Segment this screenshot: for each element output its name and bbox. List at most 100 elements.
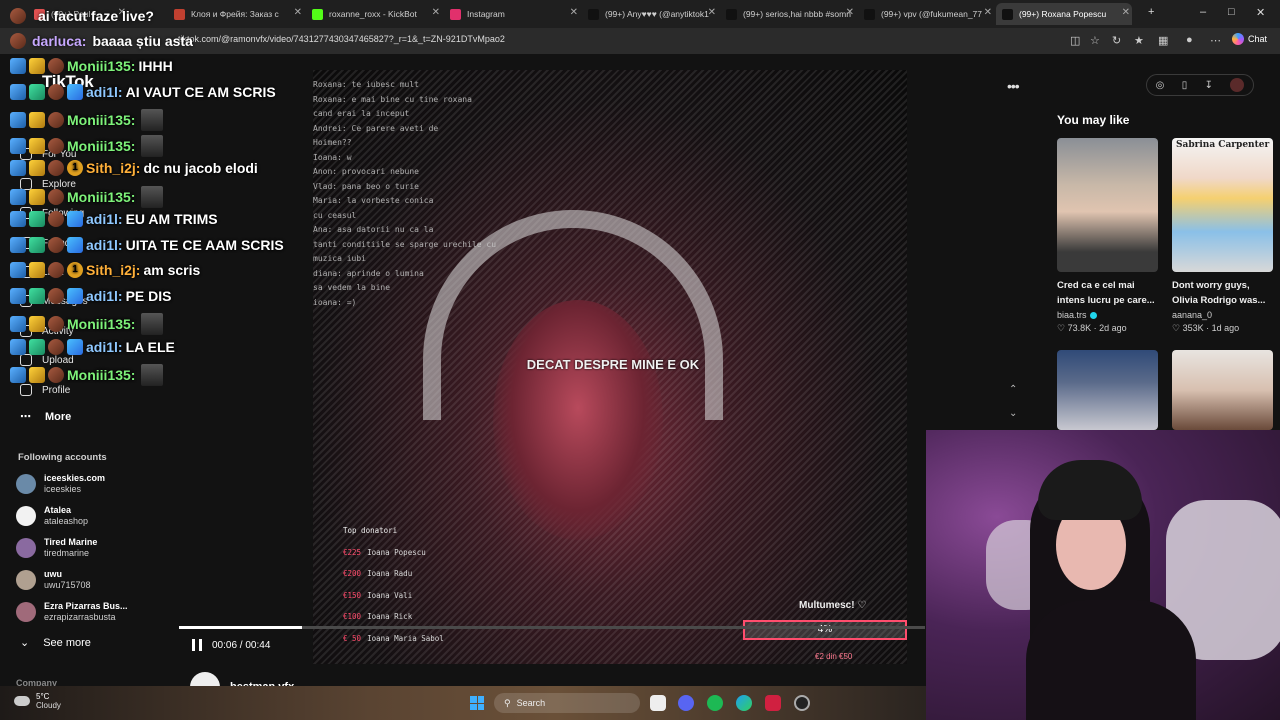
profile-avatar-icon[interactable]: ● bbox=[1186, 34, 1193, 46]
favorite-star-icon[interactable]: ☆ bbox=[1090, 34, 1100, 47]
tab-title: (99+) serios,hai nbbb #somn bbox=[743, 9, 851, 19]
compass-icon[interactable]: ◎ bbox=[1156, 80, 1165, 91]
next-video-icon[interactable]: ⌄ bbox=[1009, 408, 1017, 419]
chat-username: adi1l: bbox=[86, 287, 123, 304]
address-bar[interactable]: tiktok.com/@ramonvfx/video/7431277430347… bbox=[178, 34, 505, 44]
close-window-icon[interactable]: ✕ bbox=[1256, 6, 1265, 19]
collections-icon[interactable]: ▦ bbox=[1158, 34, 1168, 47]
overlay-chat-line: Moniii135: IHHH bbox=[10, 58, 173, 74]
download-icon[interactable]: ↧ bbox=[1205, 80, 1213, 91]
puzzle-icon[interactable]: ★ bbox=[1134, 34, 1144, 47]
video-chat-line: diana: aprinde o lumina bbox=[313, 268, 424, 278]
overlay-top-message: ai facut faze live? bbox=[10, 8, 154, 24]
weather-condition: Cloudy bbox=[36, 701, 61, 710]
browser-tab[interactable]: roxanne_roxx - KickBot ✕ bbox=[306, 3, 442, 25]
crown-badge-icon bbox=[29, 160, 45, 176]
taskbar-search-label: Search bbox=[516, 698, 546, 708]
webcam-beanie bbox=[1038, 460, 1142, 520]
video-chat-line: Andrei: Ce parere aveti de bbox=[313, 123, 439, 133]
close-tab-icon[interactable]: ✕ bbox=[1122, 7, 1130, 18]
video-progress-bar[interactable] bbox=[179, 626, 925, 629]
taskbar-search[interactable]: ⚲ Search bbox=[494, 693, 640, 713]
browser-tab[interactable]: (99+) serios,hai nbbb #somn ✕ bbox=[720, 3, 856, 25]
user-emote-badge bbox=[48, 236, 64, 253]
video-stream-chat: Roxana: te iubesc mult Roxana: e mai bine… bbox=[313, 78, 543, 310]
donor-name: Ioana Radu bbox=[367, 569, 413, 578]
previous-video-icon[interactable]: ⌃ bbox=[1009, 384, 1017, 395]
overlay-chat-line: Moniii135: bbox=[10, 109, 164, 131]
sword-badge-icon bbox=[10, 338, 26, 355]
profile-mini-avatar[interactable] bbox=[1230, 78, 1245, 92]
tab-title: Клоя и Фрейя: Заказ с bbox=[191, 9, 279, 19]
chat-username: Moniii135: bbox=[67, 137, 136, 154]
following-account[interactable]: Tired Marine tiredmarine bbox=[16, 537, 97, 559]
sword-badge-icon bbox=[10, 211, 26, 227]
following-account[interactable]: Atalea ataleashop bbox=[16, 505, 88, 527]
sidebar-more-label: More bbox=[45, 410, 72, 423]
edge-icon[interactable] bbox=[736, 695, 752, 711]
refresh-icon[interactable]: ↻ bbox=[1112, 34, 1121, 47]
overlay-chat-line: 1 Sith_i2j: am scris bbox=[10, 262, 200, 278]
donor-row: €150 Ioana Vali bbox=[343, 585, 444, 607]
see-more-button[interactable]: ⌄ See more bbox=[20, 636, 91, 650]
donor-row: €200 Ioana Radu bbox=[343, 563, 444, 585]
donation-goal-bar: 4% bbox=[743, 620, 907, 640]
browser-tab[interactable]: (99+) Roxana Popescu ✕ bbox=[996, 3, 1132, 25]
donor-amount: €150 bbox=[343, 590, 362, 600]
video-player[interactable]: Roxana: te iubesc mult Roxana: e mai bine… bbox=[313, 70, 907, 664]
user-emote-badge bbox=[48, 367, 64, 383]
spotify-icon[interactable] bbox=[707, 695, 723, 711]
user-emote-badge bbox=[48, 188, 64, 205]
chat-username: Sith_i2j: bbox=[86, 262, 141, 278]
following-account[interactable]: iceeskies.com iceeskies bbox=[16, 473, 105, 495]
more-menu-icon[interactable]: ⋯ bbox=[1210, 34, 1221, 47]
close-tab-icon[interactable]: ✕ bbox=[846, 7, 854, 18]
chat-username: adi1l: bbox=[86, 236, 123, 253]
video-options-icon[interactable]: ••• bbox=[1007, 78, 1020, 94]
maximize-icon[interactable]: □ bbox=[1228, 6, 1235, 18]
suggested-video-card[interactable]: Sabrina Carpenter Dont worry guys, Olivi… bbox=[1172, 138, 1273, 334]
suggested-video-card[interactable] bbox=[1057, 350, 1158, 430]
sidebar-more-button[interactable]: ⋯ More bbox=[20, 410, 72, 424]
minimize-icon[interactable]: – bbox=[1200, 6, 1206, 18]
video-chat-line: Ioana: w bbox=[313, 152, 352, 162]
close-tab-icon[interactable]: ✕ bbox=[984, 7, 992, 18]
thanks-label: Multumesc! ♡ bbox=[799, 600, 867, 611]
close-tab-icon[interactable]: ✕ bbox=[294, 7, 302, 18]
following-account[interactable]: Ezra Pizarras Bus... ezrapizarrasbusta bbox=[16, 601, 128, 623]
file-explorer-icon[interactable] bbox=[650, 695, 666, 711]
user-emote-badge bbox=[48, 262, 64, 278]
discord-icon[interactable] bbox=[678, 695, 694, 711]
pause-icon[interactable] bbox=[192, 639, 202, 651]
card-author[interactable]: biaa.trs bbox=[1057, 310, 1158, 320]
browser-tab[interactable]: (99+) Any♥♥♥ (@anytiktok1 ✕ bbox=[582, 3, 718, 25]
split-screen-icon[interactable]: ◫ bbox=[1070, 34, 1080, 47]
browser-tab[interactable]: Instagram ✕ bbox=[444, 3, 580, 25]
suggested-video-card[interactable]: Cred ca e cel mai intens lucru pe care..… bbox=[1057, 138, 1158, 334]
donors-title: Top donatori bbox=[343, 526, 398, 535]
obs-icon[interactable] bbox=[794, 695, 810, 711]
new-tab-button[interactable]: + bbox=[1148, 6, 1154, 18]
tab-title: (99+) vpv (@fukumean_77 bbox=[881, 9, 982, 19]
close-tab-icon[interactable]: ✕ bbox=[432, 7, 440, 18]
overlay-chat-line: Moniii135: bbox=[10, 364, 164, 386]
suggested-video-card[interactable] bbox=[1172, 350, 1273, 430]
windows-start-icon[interactable] bbox=[470, 696, 484, 710]
gift-badge-icon bbox=[67, 211, 83, 227]
close-tab-icon[interactable]: ✕ bbox=[570, 7, 578, 18]
copilot-chat-button[interactable]: Chat bbox=[1232, 33, 1267, 45]
browser-tab[interactable]: (99+) vpv (@fukumean_77 ✕ bbox=[858, 3, 994, 25]
video-chat-line: Vlad: pana beo o turie bbox=[313, 181, 419, 191]
video-chat-line: cu ceasul bbox=[313, 210, 357, 220]
search-icon: ⚲ bbox=[504, 697, 511, 708]
close-tab-icon[interactable]: ✕ bbox=[708, 7, 716, 18]
mobile-icon[interactable]: ▯ bbox=[1182, 80, 1188, 91]
overlay-chat-line: Moniii135: bbox=[10, 313, 164, 335]
browser-tab[interactable]: Клоя и Фрейя: Заказ с ✕ bbox=[168, 3, 304, 25]
app-icon[interactable] bbox=[765, 695, 781, 711]
weather-widget[interactable]: 5°C Cloudy bbox=[14, 692, 61, 710]
following-account[interactable]: uwu uwu715708 bbox=[16, 569, 91, 591]
card-author[interactable]: aanana_0 bbox=[1172, 310, 1273, 320]
donor-name: Ioana Vali bbox=[367, 590, 413, 600]
card-author-name: biaa.trs bbox=[1057, 310, 1087, 320]
